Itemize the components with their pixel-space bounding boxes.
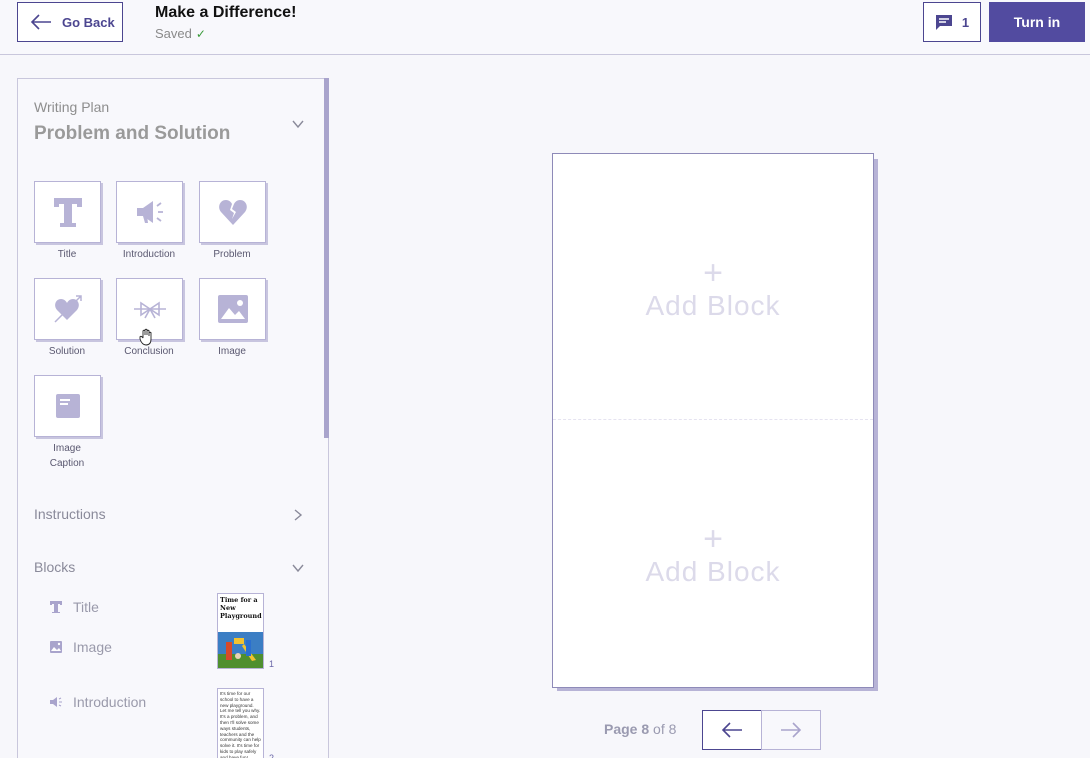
add-block-button[interactable]: + Add Block xyxy=(553,522,873,588)
arrow-left-icon xyxy=(721,722,742,738)
comments-button[interactable]: 1 xyxy=(923,2,981,42)
thumbnail-page-number: 1 xyxy=(269,659,275,669)
arrow-left-icon xyxy=(30,14,51,30)
previous-page-button[interactable] xyxy=(702,710,762,750)
block-divider xyxy=(553,419,873,420)
block-item-introduction[interactable]: Introduction xyxy=(49,694,146,710)
sidebar-scrollbar[interactable] xyxy=(324,78,329,438)
tile-label-image: Image xyxy=(218,346,246,357)
plus-icon: + xyxy=(703,254,723,292)
page-word: Page xyxy=(604,721,638,737)
caption-icon xyxy=(55,394,80,418)
plus-icon: + xyxy=(703,520,723,558)
go-back-button[interactable]: Go Back xyxy=(17,2,123,42)
thumbnail-text: It's time for our school to have a new p… xyxy=(220,691,261,758)
block-item-image[interactable]: Image xyxy=(49,639,112,655)
go-back-label: Go Back xyxy=(62,14,115,30)
heart-arrow-icon xyxy=(53,295,82,323)
arrow-right-icon xyxy=(781,722,802,738)
saved-label: Saved xyxy=(155,26,192,41)
tile-image[interactable] xyxy=(199,278,266,340)
chevron-down-icon[interactable] xyxy=(291,117,305,131)
comment-icon xyxy=(935,14,952,30)
hand-cursor-icon xyxy=(139,328,152,346)
tile-image-caption[interactable] xyxy=(34,375,101,437)
comment-count: 1 xyxy=(961,14,970,30)
playground-photo xyxy=(218,632,263,668)
tile-label-problem: Problem xyxy=(213,249,251,260)
add-block-button[interactable]: + Add Block xyxy=(553,256,873,322)
tile-label-image-caption-line1: Image xyxy=(53,443,81,454)
page-thumbnail-1[interactable]: Time for a New Playground xyxy=(217,593,264,669)
block-item-title[interactable]: Title xyxy=(49,599,99,615)
writing-plan-label: Writing Plan xyxy=(34,99,110,115)
save-status: Saved ✓ xyxy=(155,26,206,41)
page-indicator: Page 8 of 8 xyxy=(604,721,676,737)
thumbnail-page-number: 2 xyxy=(269,753,275,758)
thumbnail-heading: Time for a New Playground xyxy=(220,596,262,620)
tile-label-image-caption: Image Caption xyxy=(22,441,112,471)
tile-introduction[interactable] xyxy=(116,181,183,243)
instructions-header[interactable]: Instructions xyxy=(34,506,106,522)
block-item-label: Introduction xyxy=(73,694,147,710)
megaphone-icon xyxy=(136,201,163,223)
blocks-header[interactable]: Blocks xyxy=(34,559,75,575)
document-title: Make a Difference! xyxy=(155,4,297,21)
of-word: of xyxy=(653,721,665,737)
page-thumbnail-2[interactable]: It's time for our school to have a new p… xyxy=(217,688,264,758)
top-bar: Go Back Make a Difference! Saved ✓ 1 Tur… xyxy=(0,0,1090,55)
turn-in-button[interactable]: Turn in xyxy=(989,2,1085,42)
image-icon xyxy=(50,641,62,653)
chevron-down-icon[interactable] xyxy=(291,561,305,575)
writing-plan-sidebar: Writing Plan Problem and Solution Title … xyxy=(17,78,329,758)
tile-problem[interactable] xyxy=(199,181,266,243)
total-pages: 8 xyxy=(668,721,677,737)
page-canvas xyxy=(552,153,874,688)
tile-label-solution: Solution xyxy=(48,346,86,357)
title-icon xyxy=(50,601,62,613)
tile-title[interactable] xyxy=(34,181,101,243)
chevron-right-icon[interactable] xyxy=(291,508,305,522)
tile-label-introduction: Introduction xyxy=(122,249,176,260)
broken-heart-icon xyxy=(218,200,247,225)
ribbon-icon xyxy=(133,301,166,319)
check-icon: ✓ xyxy=(195,26,206,41)
title-icon xyxy=(53,198,82,227)
writing-plan-title: Problem and Solution xyxy=(34,123,231,144)
tile-label-title: Title xyxy=(57,249,77,260)
tile-label-conclusion: Conclusion xyxy=(124,346,174,357)
megaphone-icon xyxy=(50,697,62,707)
current-page: 8 xyxy=(641,721,650,737)
add-block-label: Add Block xyxy=(645,556,781,587)
tile-label-image-caption-line2: Caption xyxy=(49,458,85,469)
image-icon xyxy=(217,295,248,323)
add-block-label: Add Block xyxy=(645,290,781,321)
block-item-label: Image xyxy=(73,639,112,655)
next-page-button[interactable] xyxy=(761,710,821,750)
tile-solution[interactable] xyxy=(34,278,101,340)
block-item-label: Title xyxy=(73,599,99,615)
sidebar-border xyxy=(328,438,329,758)
